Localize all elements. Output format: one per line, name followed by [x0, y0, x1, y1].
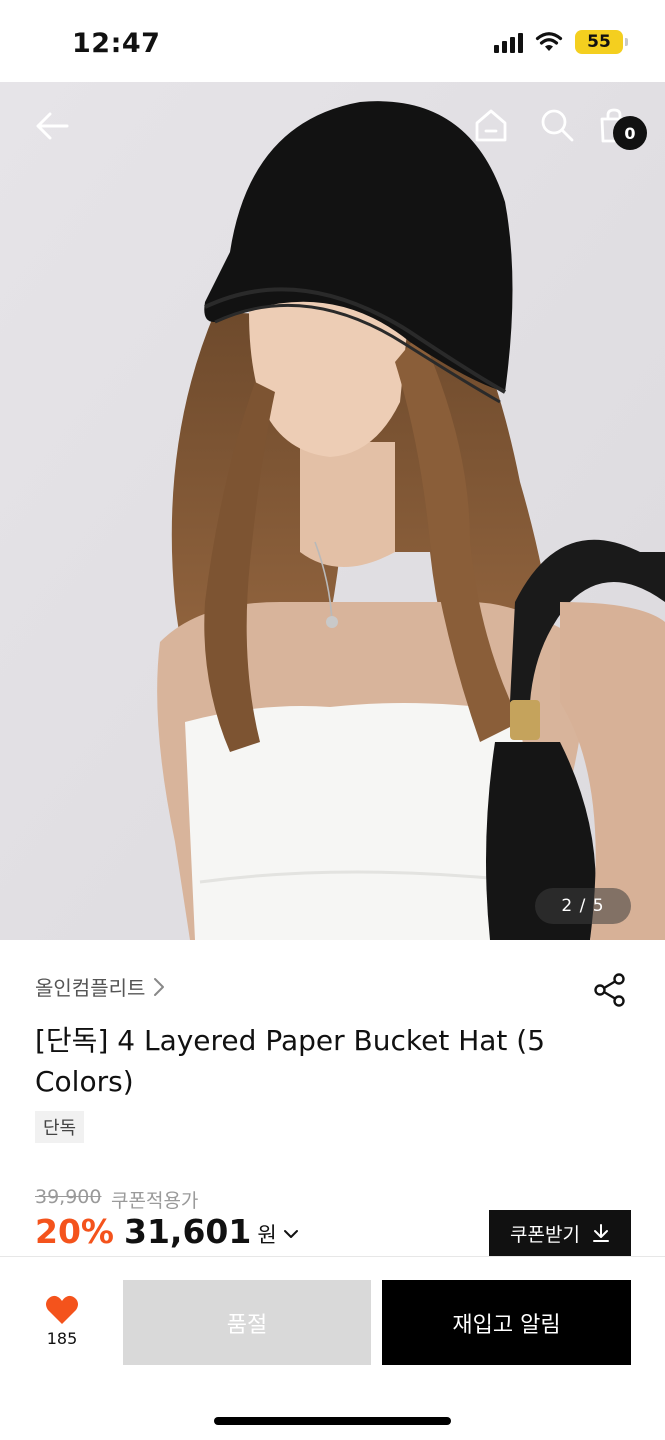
wifi-icon — [535, 32, 563, 51]
home-icon — [475, 109, 507, 142]
battery-indicator: 55 — [575, 30, 628, 54]
back-arrow-icon — [36, 112, 69, 140]
share-button[interactable] — [593, 972, 627, 1008]
search-button[interactable] — [534, 102, 580, 148]
status-indicators: 55 — [494, 30, 628, 54]
exclusive-tag: 단독 — [35, 1111, 85, 1143]
like-count: 185 — [46, 1329, 78, 1348]
product-photo — [0, 82, 665, 940]
cart-count-badge: 0 — [613, 116, 647, 150]
like-button[interactable]: 185 — [36, 1295, 88, 1348]
get-coupon-button[interactable]: 쿠폰받기 — [489, 1210, 631, 1256]
price-note: 쿠폰적용가 — [111, 1190, 199, 1212]
currency-label: 원 — [257, 1222, 277, 1247]
search-icon — [541, 109, 574, 142]
status-bar: 12:47 55 — [0, 0, 665, 82]
status-time: 12:47 — [72, 28, 161, 59]
share-icon — [594, 973, 625, 1007]
bottom-action-bar: 185 품절 재입고 알림 — [0, 1256, 665, 1440]
chevron-down-icon — [283, 1229, 298, 1238]
coupon-button-label: 쿠폰받기 — [510, 1223, 580, 1246]
sale-price: 31,601 — [124, 1212, 252, 1251]
product-image-carousel[interactable]: 0 2 / 5 — [0, 82, 665, 940]
price-row[interactable]: 20% 31,601 원 — [35, 1212, 299, 1251]
download-icon — [592, 1224, 609, 1242]
heart-icon — [46, 1295, 78, 1324]
home-button[interactable] — [468, 102, 514, 148]
home-indicator — [214, 1417, 451, 1425]
chevron-right-icon — [154, 977, 165, 996]
soldout-button[interactable]: 품절 — [123, 1280, 371, 1365]
restock-alert-button[interactable]: 재입고 알림 — [382, 1280, 631, 1365]
product-title: [단독] 4 Layered Paper Bucket Hat (5 Color… — [35, 1024, 546, 1098]
signal-icon — [494, 31, 523, 53]
brand-name: 올인컴플리트 — [35, 976, 146, 1000]
back-button[interactable] — [30, 104, 74, 148]
discount-rate: 20% — [35, 1212, 114, 1251]
image-page-counter: 2 / 5 — [535, 888, 631, 924]
original-price: 39,900 — [35, 1186, 102, 1208]
brand-link[interactable]: 올인컴플리트 — [35, 972, 165, 1001]
